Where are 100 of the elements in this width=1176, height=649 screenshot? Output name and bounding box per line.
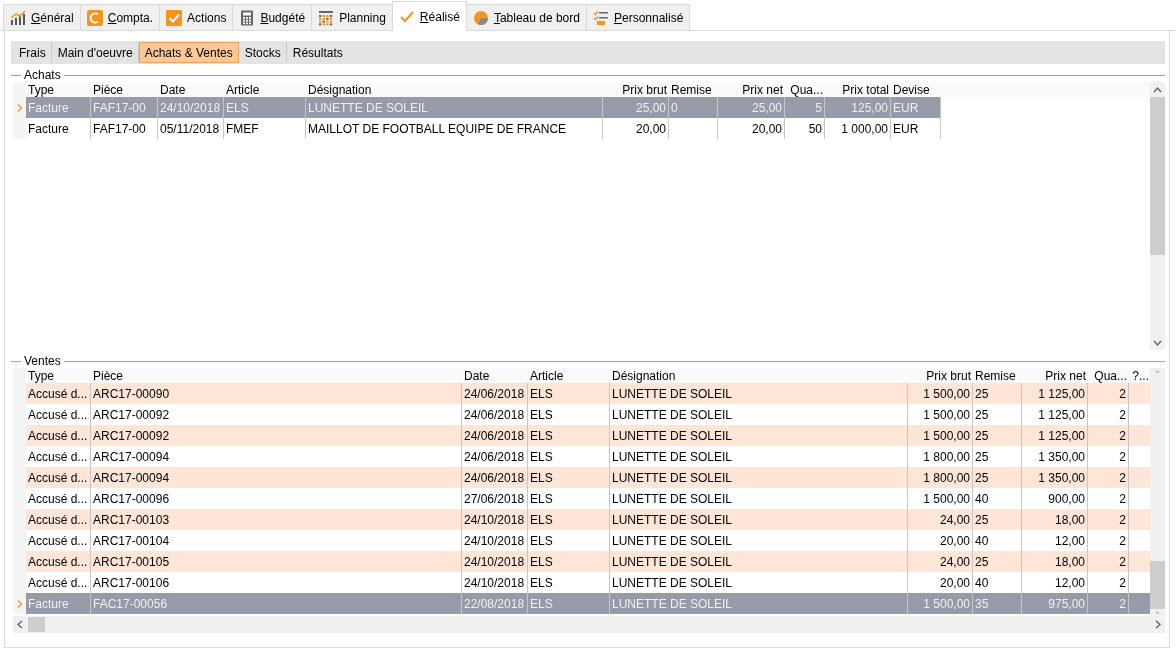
table-cell: 40 — [975, 533, 989, 548]
tab[interactable]: Compta. — [79, 4, 161, 30]
sub-tab[interactable]: Résultats — [286, 42, 349, 63]
table-cell: 24,00 — [939, 512, 970, 527]
letter-c-icon — [86, 9, 103, 26]
table-cell: FAC17-00056 — [93, 596, 168, 611]
column-header[interactable]: Type — [26, 368, 91, 383]
table-row[interactable]: Accusé d... ARC17-00103 24/10/2018 ELS LUNETTE DE SOLEIL 24,00 25 18,00 2 — [13, 509, 1150, 530]
column-header[interactable]: Prix total — [825, 82, 891, 97]
table-cell: 2 — [1119, 575, 1126, 590]
table-cell: 2 — [1119, 386, 1126, 401]
column-header[interactable]: Prix brut — [908, 368, 973, 383]
current-row-icon — [16, 599, 23, 608]
table-row[interactable]: Accusé d... ARC17-00094 24/06/2018 ELS LUNETTE DE SOLEIL 1 800,00 25 1 350,00 2 — [13, 467, 1150, 488]
table-cell: ELS — [530, 470, 553, 485]
table-cell: FMEF — [226, 121, 259, 136]
table-cell: LUNETTE DE SOLEIL — [612, 575, 733, 590]
scrollbar-thumb[interactable] — [1150, 561, 1165, 609]
column-header[interactable]: Prix brut — [603, 82, 669, 97]
column-header[interactable]: Type — [26, 82, 91, 97]
table-cell: FAF17-00 — [93, 121, 146, 136]
table-cell: 20,00 — [939, 533, 970, 548]
table-cell: 1 800,00 — [923, 470, 970, 485]
table-cell: 2 — [1119, 428, 1126, 443]
table-cell: 1 125,00 — [1038, 407, 1085, 422]
table-cell: LUNETTE DE SOLEIL — [612, 386, 733, 401]
table-row[interactable]: Accusé d... ARC17-00105 24/10/2018 ELS LUNETTE DE SOLEIL 24,00 25 18,00 2 — [13, 551, 1150, 572]
table-cell: ELS — [530, 554, 553, 569]
column-header[interactable]: Désignation — [306, 82, 603, 97]
column-header[interactable]: Prix net — [718, 82, 785, 97]
pie-chart-icon — [472, 9, 489, 26]
table-cell: Accusé d... — [28, 512, 88, 527]
column-header[interactable]: Prix net — [1022, 368, 1088, 383]
column-header[interactable]: ?... — [1129, 368, 1150, 383]
table-cell: 40 — [975, 575, 989, 590]
scrollbar-thumb[interactable] — [28, 617, 45, 632]
sub-tab[interactable]: Frais — [13, 42, 52, 63]
column-header[interactable]: Pièce — [91, 368, 462, 383]
table-cell: 25 — [975, 449, 989, 464]
table-cell: 900,00 — [1048, 491, 1085, 506]
table-cell: 1 500,00 — [923, 386, 970, 401]
section-title: Ventes — [24, 354, 61, 368]
table-row[interactable]: Accusé d... ARC17-00092 24/06/2018 ELS LUNETTE DE SOLEIL 1 500,00 25 1 125,00 2 — [13, 425, 1150, 446]
tab[interactable]: Tableau de bord — [465, 4, 587, 30]
table-cell: LUNETTE DE SOLEIL — [612, 596, 733, 611]
column-header[interactable]: Devise — [891, 82, 941, 97]
table-cell: EUR — [893, 100, 919, 115]
table-cell: 24/10/2018 — [464, 554, 525, 569]
tab[interactable]: Réalisé — [391, 1, 467, 31]
table-cell: 25 — [975, 428, 989, 443]
table-cell: 18,00 — [1054, 554, 1085, 569]
table-row[interactable]: Accusé d... ARC17-00090 24/06/2018 ELS LUNETTE DE SOLEIL 1 500,00 25 1 125,00 2 — [13, 383, 1150, 404]
table-cell: LUNETTE DE SOLEIL — [612, 470, 733, 485]
table-cell: 12,00 — [1054, 575, 1085, 590]
table-cell: FAF17-00 — [93, 100, 146, 115]
table-cell: 24/06/2018 — [464, 407, 525, 422]
sub-tab[interactable]: Main d'oeuvre — [51, 42, 139, 63]
tab[interactable]: Général — [3, 4, 81, 30]
column-header[interactable]: Remise — [973, 368, 1022, 383]
table-cell: 24/10/2018 — [160, 100, 221, 115]
tab[interactable]: Actions — [159, 4, 234, 30]
table-cell: Accusé d... — [28, 533, 88, 548]
tab[interactable]: Planning — [311, 4, 393, 30]
table-cell: 2 — [1119, 470, 1126, 485]
column-header[interactable]: Article — [224, 82, 306, 97]
column-header[interactable]: Date — [462, 368, 528, 383]
scrollbar-thumb[interactable] — [1150, 97, 1165, 255]
table-cell: 1 500,00 — [923, 407, 970, 422]
column-header[interactable]: Article — [528, 368, 610, 383]
column-header[interactable]: Qua... — [1088, 368, 1129, 383]
checkbox-icon — [166, 9, 183, 26]
table-cell: ELS — [530, 512, 553, 527]
table-cell: 18,00 — [1054, 512, 1085, 527]
tab[interactable]: Personnalisé — [585, 4, 691, 30]
tab[interactable]: Budgété — [232, 4, 313, 30]
sub-tab[interactable]: Stocks — [238, 42, 287, 63]
table-cell: 2 — [1119, 491, 1126, 506]
table-cell: 24/06/2018 — [464, 386, 525, 401]
row-header[interactable] — [13, 118, 26, 139]
table-cell: 24/10/2018 — [464, 533, 525, 548]
table-cell: 24/06/2018 — [464, 428, 525, 443]
table-cell: 2 — [1119, 533, 1126, 548]
table-cell: 2 — [1119, 512, 1126, 527]
table-cell: EUR — [893, 121, 919, 136]
table-cell: LUNETTE DE SOLEIL — [308, 100, 429, 115]
section-title: Achats — [24, 68, 61, 82]
column-header[interactable]: Date — [158, 82, 224, 97]
column-header[interactable]: Qua... — [785, 82, 825, 97]
column-header[interactable]: Désignation — [610, 368, 908, 383]
column-header[interactable]: Remise — [669, 82, 718, 97]
table-row[interactable]: Facture FAF17-00 05/11/2018 FMEF MAILLOT DE FOOTBALL EQUIPE DE FRANCE 20,00 20,00 50 1 000,00 EUR — [13, 118, 941, 139]
checklist-icon — [592, 9, 609, 26]
table-cell: Accusé d... — [28, 449, 88, 464]
table-cell: ELS — [530, 386, 553, 401]
sub-tab[interactable]: Achats & Ventes — [138, 42, 239, 63]
table-cell: ARC17-00106 — [93, 575, 170, 590]
table-cell: Facture — [28, 121, 69, 136]
table-cell: 25,00 — [635, 100, 666, 115]
column-header[interactable]: Pièce — [91, 82, 158, 97]
table-cell: Accusé d... — [28, 470, 88, 485]
